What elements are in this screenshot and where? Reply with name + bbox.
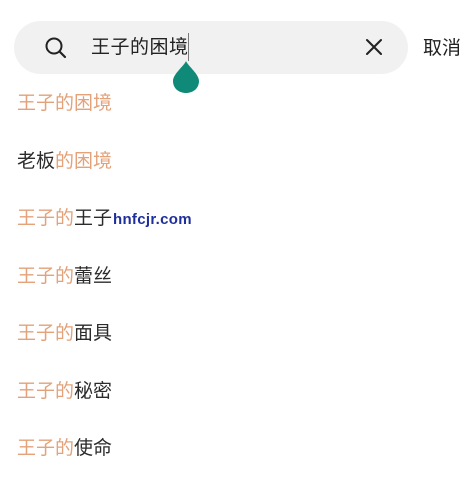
suggestion-item[interactable]: 王子的秘密 <box>0 363 466 421</box>
suggestion-text: 老板 <box>17 149 56 172</box>
suggestion-list: 王子的困境 老板的困境 王子的王子 王子的蕾丝 王子的面具 王子的秘密 王子的使… <box>0 75 466 478</box>
suggestion-item[interactable]: 王子的困境 <box>0 75 466 133</box>
suggestion-highlight: 王子的 <box>17 322 75 344</box>
suggestion-text: 使命 <box>74 437 113 459</box>
suggestion-item[interactable]: 王子的王子 <box>0 190 466 248</box>
search-icon <box>45 37 67 59</box>
suggestion-highlight: 的困境 <box>55 149 113 172</box>
suggestion-text: 面具 <box>74 322 113 344</box>
suggestion-text: 秘密 <box>74 379 113 402</box>
suggestion-text: 王子 <box>74 207 113 229</box>
suggestion-highlight: 王子的 <box>17 379 75 402</box>
cancel-button[interactable]: 取消 <box>423 35 461 61</box>
suggestion-highlight: 王子的困境 <box>17 92 113 114</box>
suggestion-item[interactable]: 王子的蕾丝 <box>0 248 466 306</box>
suggestion-highlight: 王子的 <box>17 437 75 459</box>
suggestion-item[interactable]: 王子的使命 <box>0 420 466 478</box>
search-input[interactable]: 王子的困境 <box>91 34 189 60</box>
suggestion-highlight: 王子的 <box>17 207 75 229</box>
suggestion-item[interactable]: 老板的困境 <box>0 133 466 191</box>
watermark: hnfcjr.com <box>113 211 192 228</box>
suggestion-highlight: 王子的 <box>17 264 75 287</box>
suggestion-text: 蕾丝 <box>74 264 113 287</box>
suggestion-item[interactable]: 王子的面具 <box>0 305 466 363</box>
close-icon[interactable] <box>364 37 384 57</box>
text-caret <box>188 33 189 61</box>
search-bar[interactable]: 王子的困境 <box>14 21 408 74</box>
